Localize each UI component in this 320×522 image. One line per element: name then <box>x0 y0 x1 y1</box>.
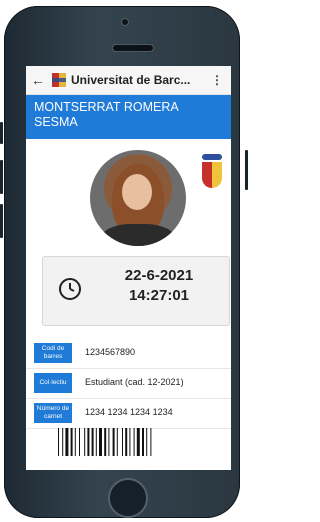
more-vertical-icon[interactable]: ⋮ <box>209 73 225 87</box>
validity-card: 22-6-2021 14:27:01 <box>42 256 230 326</box>
field-label: Col·lectiu <box>34 373 72 393</box>
student-photo <box>90 150 186 246</box>
barcode-image <box>58 428 152 456</box>
field-row-barcode: Codi de barres 1234567890 <box>26 338 231 369</box>
name-banner: MONTSERRAT ROMERA SESMA <box>26 95 231 139</box>
app-bar: ← Universitat de Barc... ⋮ <box>26 66 231 95</box>
phone-side-button <box>0 160 3 194</box>
phone-camera <box>121 18 129 26</box>
field-label: Codi de barres <box>34 343 72 363</box>
university-crest-icon <box>202 154 222 188</box>
clock-icon <box>59 278 81 300</box>
phone-side-button <box>245 150 248 190</box>
card-date: 22-6-2021 <box>124 267 194 284</box>
field-value: 1234 1234 1234 1234 <box>85 407 173 417</box>
phone-side-button <box>0 204 3 238</box>
university-logo-icon <box>52 73 66 87</box>
field-value: 1234567890 <box>85 347 136 357</box>
field-value: Estudiant (cad. 12-2021) <box>85 377 184 387</box>
student-name: MONTSERRAT ROMERA SESMA <box>34 100 178 129</box>
card-time: 14:27:01 <box>128 287 190 304</box>
field-label: Número de carnet <box>34 403 72 423</box>
home-button[interactable] <box>108 478 148 518</box>
app-screen: ← Universitat de Barc... ⋮ MONTSERRAT RO… <box>26 66 231 470</box>
field-row-card-number: Número de carnet 1234 1234 1234 1234 <box>26 398 231 429</box>
app-title: Universitat de Barc... <box>71 73 191 87</box>
phone-side-button <box>0 122 3 144</box>
field-row-collectiu: Col·lectiu Estudiant (cad. 12-2021) <box>26 368 231 399</box>
back-arrow-icon[interactable]: ← <box>26 72 50 88</box>
phone-speaker <box>112 44 154 52</box>
